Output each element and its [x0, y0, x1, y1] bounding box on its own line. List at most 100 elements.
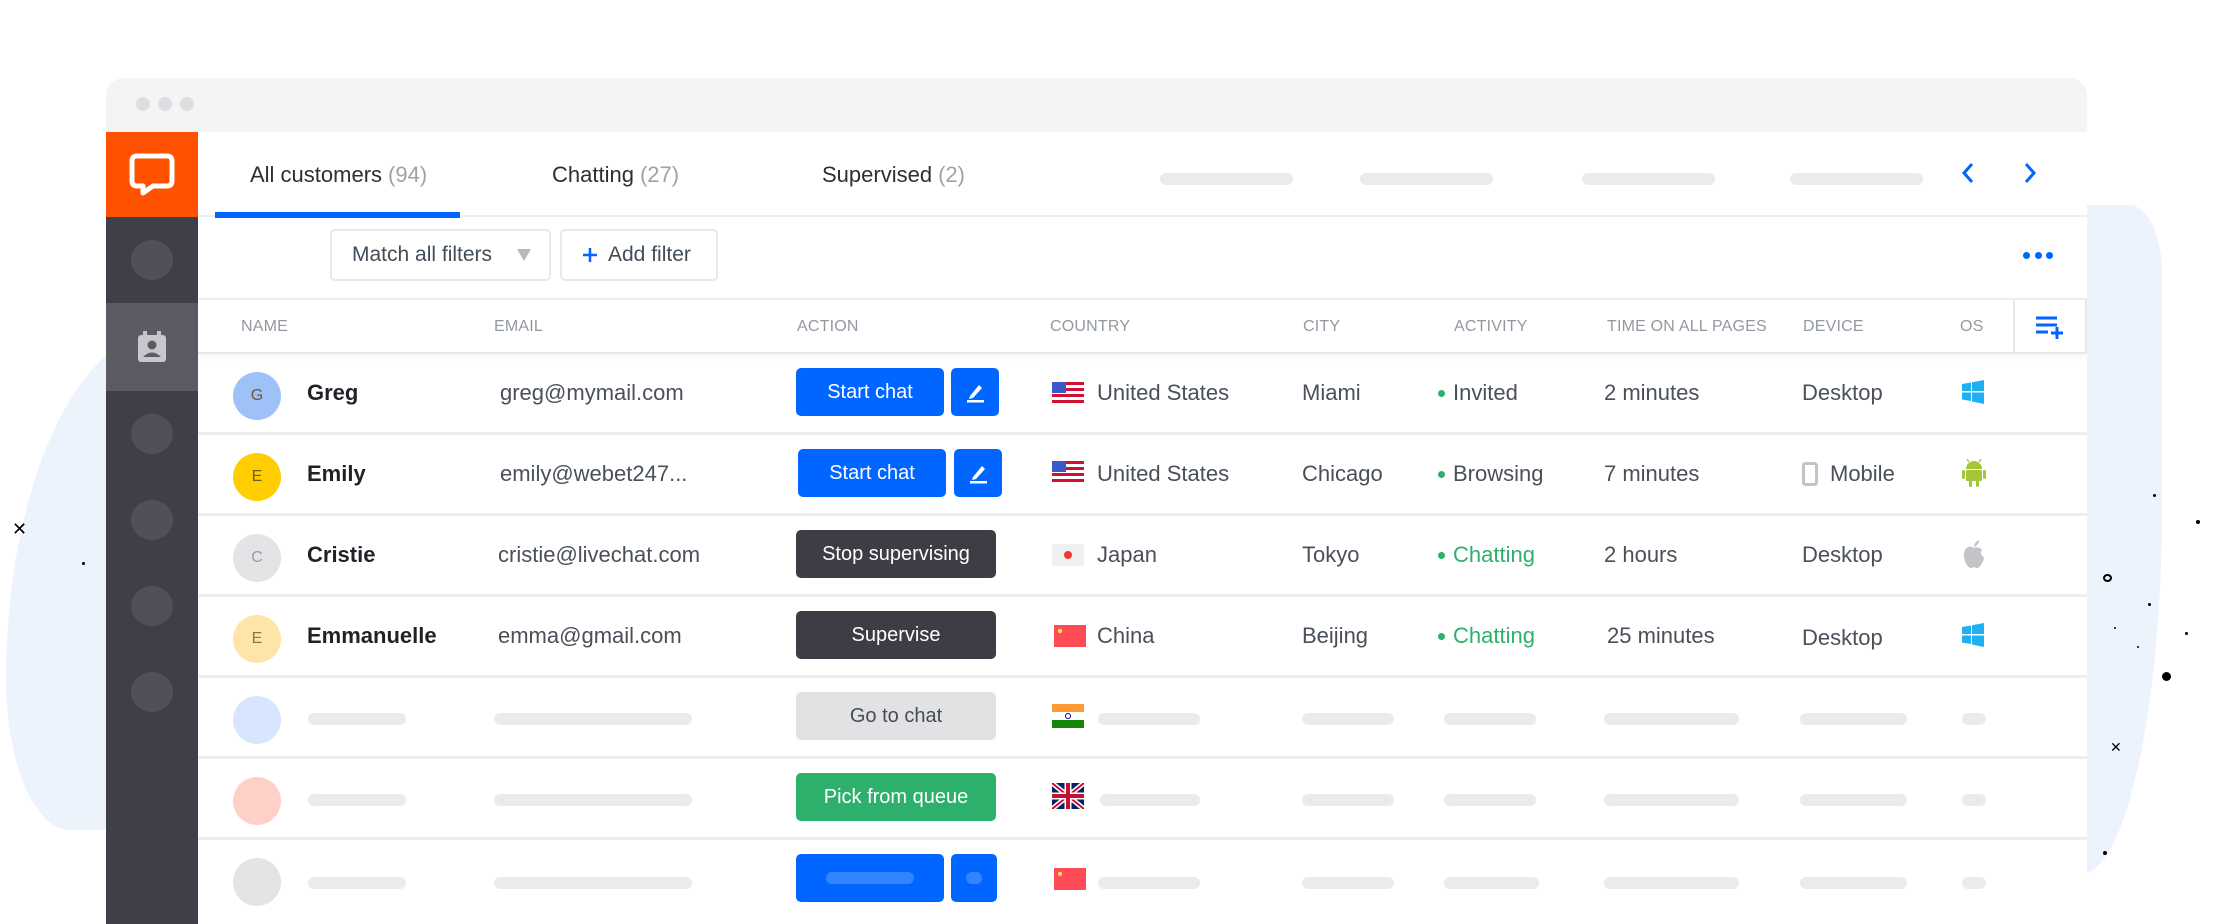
placeholder-icon [131, 586, 173, 626]
window-dot [136, 97, 150, 111]
more-horizontal-icon [2023, 251, 2030, 259]
decorative-cross-icon: ✕ [2110, 739, 2122, 755]
time-on-pages: 2 minutes [1604, 380, 1700, 405]
table-header: NAME EMAIL ACTION COUNTRY CITY ACTIVITY … [198, 300, 2087, 354]
add-column-icon [2036, 316, 2063, 339]
windows-icon [1962, 623, 1984, 647]
device-placeholder [1800, 877, 1907, 889]
tab-supervised[interactable]: Supervised (2) [822, 132, 965, 217]
column-header-activity[interactable]: ACTIVITY [1454, 300, 1528, 354]
sidebar-item-4[interactable] [106, 477, 198, 563]
livechat-logo-icon [129, 153, 175, 195]
sidebar-item-6[interactable] [106, 649, 198, 735]
pencil-icon [970, 466, 987, 484]
column-header-city[interactable]: CITY [1303, 300, 1340, 354]
flag-jp-icon [1052, 544, 1084, 566]
tab-all-customers[interactable]: All customers (94) [250, 132, 427, 217]
email-placeholder [494, 877, 692, 889]
city-placeholder [1302, 794, 1394, 806]
flag-gb-icon [1052, 783, 1084, 809]
column-header-os[interactable]: OS [1960, 300, 1984, 354]
customer-email: emma@gmail.com [498, 623, 682, 648]
more-options-button[interactable] [2023, 245, 2053, 265]
decorative-dot [82, 562, 85, 565]
decorative-dot [2185, 632, 2188, 635]
column-header-email[interactable]: EMAIL [494, 300, 543, 354]
table-row[interactable]: E Emmanuelle emma@gmail.com Supervise Ch… [198, 597, 2087, 678]
time-on-pages: 2 hours [1604, 542, 1678, 567]
sidebar-item-customers[interactable] [106, 303, 198, 391]
add-column-button[interactable] [2013, 300, 2087, 354]
activity-placeholder [1444, 794, 1536, 806]
column-header-country[interactable]: COUNTRY [1050, 300, 1130, 354]
tabs-next-button[interactable] [2015, 158, 2045, 188]
city: Miami [1302, 380, 1361, 405]
flag-cn-icon [1054, 868, 1086, 890]
time-placeholder [1604, 794, 1739, 806]
city: Tokyo [1302, 542, 1360, 567]
action-button-placeholder[interactable] [796, 854, 944, 902]
tabs-prev-button[interactable] [1953, 158, 1983, 188]
time-placeholder [1604, 877, 1739, 889]
table-row[interactable]: E Emily emily@webet247... Start chat Uni… [198, 435, 2087, 516]
column-header-time[interactable]: TIME ON ALL PAGES [1607, 300, 1767, 354]
more-dot [2034, 251, 2042, 259]
tab-placeholder [1160, 173, 1293, 185]
edit-button[interactable] [951, 368, 999, 416]
table-row[interactable]: C Cristie cristie@livechat.com Stop supe… [198, 516, 2087, 597]
livechat-logo[interactable] [106, 132, 198, 217]
contact-card-icon [138, 331, 166, 362]
placeholder-row[interactable]: Pick from queue [198, 759, 2087, 840]
add-filter-label: Add filter [608, 243, 691, 266]
start-chat-button[interactable]: Start chat [798, 449, 946, 497]
avatar: G [233, 372, 281, 420]
tab-placeholder [1790, 173, 1923, 185]
customer-name[interactable]: Greg [307, 354, 358, 432]
placeholder-row[interactable]: Go to chat [198, 678, 2087, 759]
start-chat-button[interactable]: Start chat [796, 368, 944, 416]
tab-label: Chatting [552, 161, 634, 187]
country: United States [1097, 461, 1230, 486]
table-row[interactable]: G Greg greg@mymail.com Start chat United… [198, 354, 2087, 435]
country-placeholder [1098, 877, 1200, 889]
activity-status: Chatting [1438, 597, 1535, 675]
tab-label: All customers [250, 161, 383, 187]
os-placeholder [1962, 794, 1986, 806]
sidebar-item-1[interactable] [106, 217, 198, 303]
main-panel: All customers (94) Chatting (27) Supervi… [198, 132, 2087, 924]
supervise-button[interactable]: Supervise [796, 611, 996, 659]
time-placeholder [1604, 713, 1739, 725]
column-header-action[interactable]: ACTION [797, 300, 859, 354]
go-to-chat-button[interactable]: Go to chat [796, 692, 996, 740]
more-dot [2046, 251, 2053, 259]
customer-email: greg@mymail.com [500, 380, 684, 405]
match-filters-dropdown[interactable]: Match all filters [330, 229, 551, 281]
tab-count: (2) [938, 161, 965, 187]
customer-name[interactable]: Cristie [307, 516, 375, 594]
tab-chatting[interactable]: Chatting (27) [552, 132, 679, 217]
edit-button-placeholder[interactable] [951, 854, 997, 902]
edit-button[interactable] [954, 449, 1002, 497]
column-header-device[interactable]: DEVICE [1803, 300, 1864, 354]
customer-name[interactable]: Emily [307, 435, 366, 513]
name-placeholder [308, 713, 406, 725]
placeholder-row[interactable] [198, 840, 2087, 921]
tab-placeholder [1360, 173, 1493, 185]
pencil-icon [967, 385, 984, 403]
match-filters-label: Match all filters [352, 243, 493, 266]
decorative-dot [2162, 672, 2171, 681]
pick-from-queue-button[interactable]: Pick from queue [796, 773, 996, 821]
stop-supervising-button[interactable]: Stop supervising [796, 530, 996, 578]
sidebar [106, 132, 198, 924]
decorative-dot [2153, 494, 2156, 497]
sidebar-item-3[interactable] [106, 391, 198, 477]
column-header-name[interactable]: NAME [241, 300, 288, 354]
sidebar-item-5[interactable] [106, 563, 198, 649]
city-placeholder [1302, 877, 1394, 889]
add-filter-button[interactable]: Add filter [560, 229, 718, 281]
decorative-dot [2196, 520, 2200, 524]
device: Desktop [1802, 380, 1883, 405]
customer-name[interactable]: Emmanuelle [307, 597, 437, 675]
decorative-blob-right [2080, 205, 2162, 875]
country: Japan [1097, 542, 1157, 567]
